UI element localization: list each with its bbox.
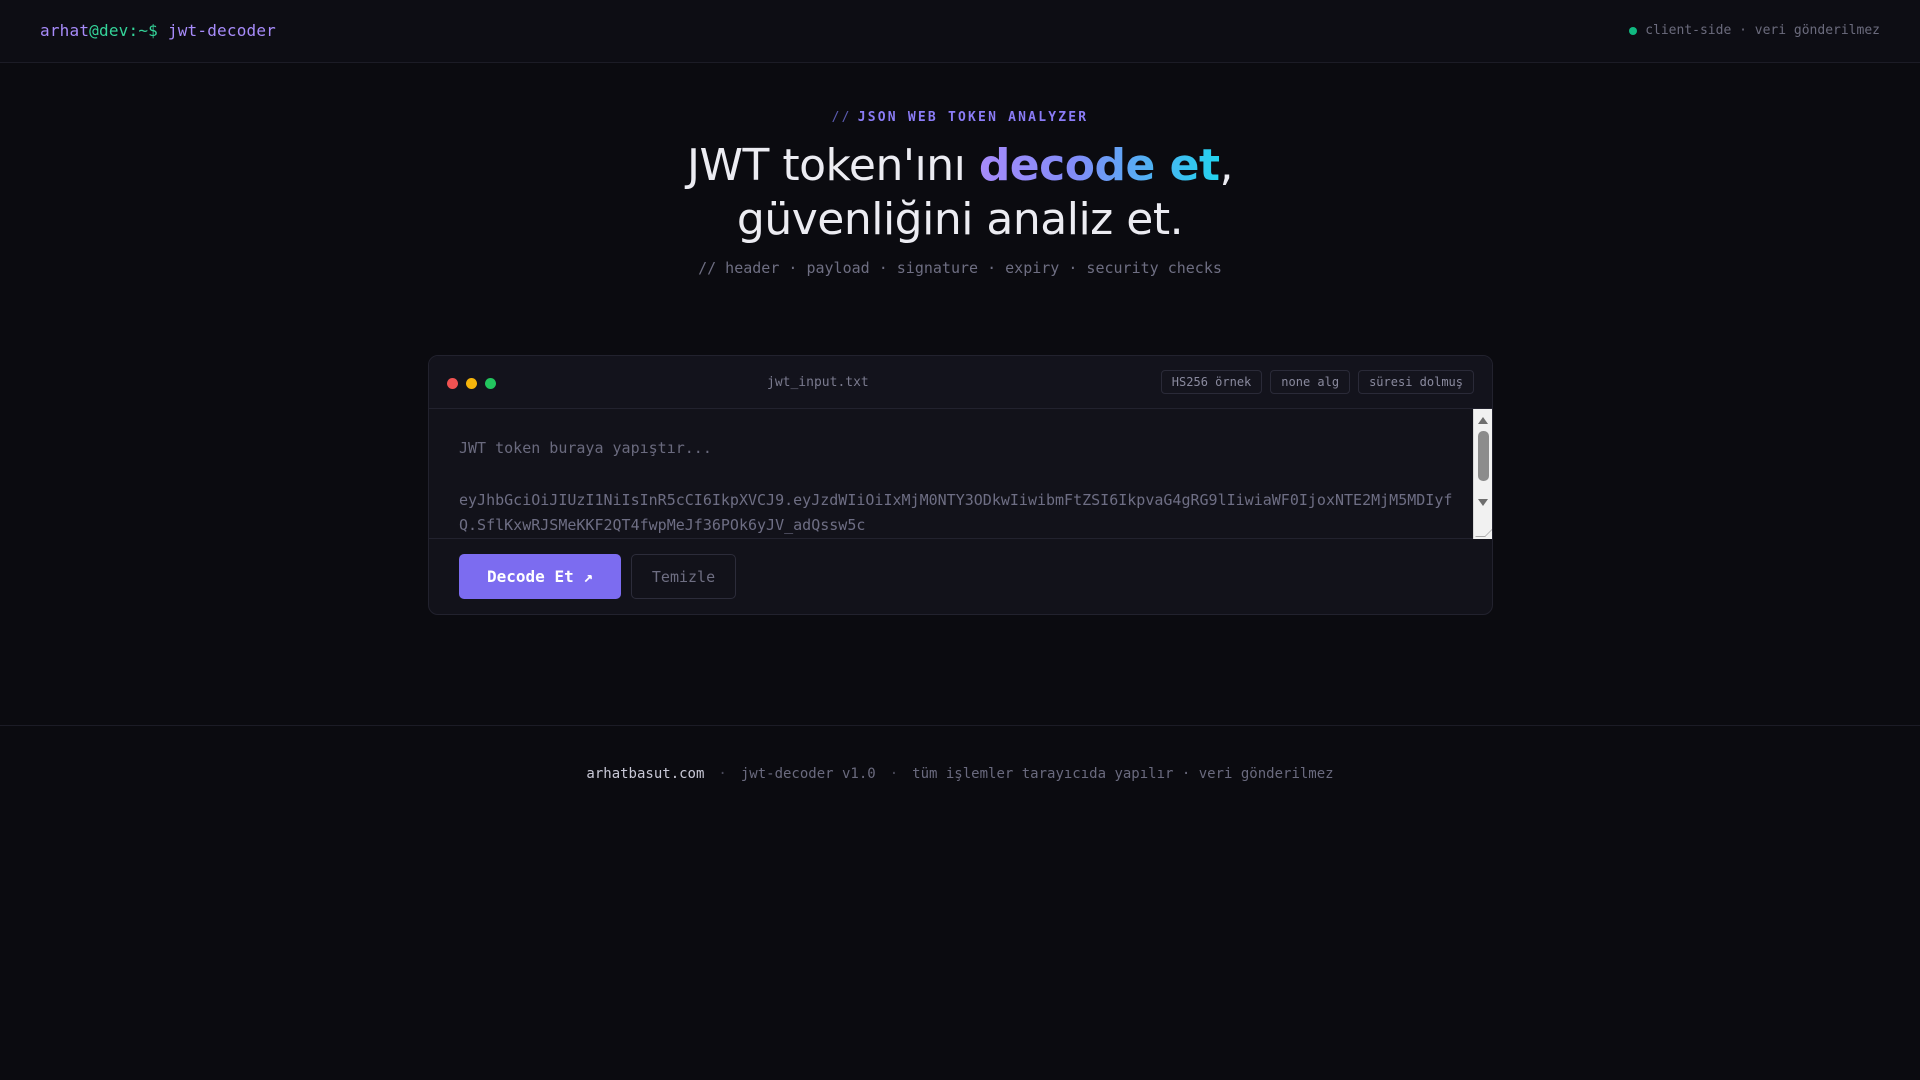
close-dot-icon [447, 378, 458, 389]
scroll-thumb[interactable] [1478, 431, 1489, 481]
prompt-command: jwt-decoder [167, 21, 277, 40]
clear-button[interactable]: Temizle [631, 554, 736, 599]
decode-button[interactable]: Decode Et ↗ [459, 554, 621, 599]
footer: arhatbasut.com · jwt-decoder v1.0 · tüm işle… [0, 725, 1920, 815]
hero-section: // JSON WEB TOKEN ANALYZER JWT token'ını … [0, 110, 1920, 277]
maximize-dot-icon [485, 378, 496, 389]
editor-header: jwt_input.txt HS256 örnek none alg süres… [429, 356, 1492, 409]
editor-actions: Decode Et ↗ Temizle [429, 539, 1492, 614]
example-chips: HS256 örnek none alg süresi dolmuş [1160, 370, 1474, 394]
eyebrow-text: JSON WEB TOKEN ANALYZER [857, 110, 1089, 125]
chip-expired[interactable]: süresi dolmuş [1358, 370, 1474, 394]
page-title: JWT token'ını decode et, güvenliğini ana… [0, 139, 1920, 247]
title-highlight: decode et [978, 140, 1220, 191]
top-bar: arhat@dev:~$ jwt-decoder client-side · v… [0, 0, 1920, 63]
editor-filename: jwt_input.txt [767, 375, 869, 390]
resize-handle-icon[interactable] [1475, 527, 1492, 537]
token-input-value[interactable]: eyJhbGciOiJIUzI1NiIsInR5cCI6IkpXVCJ9.eyJ… [459, 488, 1459, 538]
title-part-2: , [1219, 140, 1234, 191]
token-input-placeholder: JWT token buraya yapıştır... [459, 439, 712, 457]
prompt-user: arhat [40, 21, 90, 40]
eyebrow: // JSON WEB TOKEN ANALYZER [0, 110, 1920, 125]
privacy-status: client-side · veri gönderilmez [1629, 23, 1880, 38]
status-dot-icon [1629, 26, 1638, 35]
footer-site-link[interactable]: arhatbasut.com [586, 766, 704, 782]
window-controls [447, 378, 496, 389]
status-text: client-side · veri gönderilmez [1645, 23, 1880, 38]
prompt-host: @dev:~$ [89, 21, 159, 40]
token-input[interactable]: JWT token buraya yapıştır... eyJhbGciOiJ… [429, 409, 1492, 539]
feature-subline: // header · payload · signature · expiry… [698, 259, 1222, 277]
chip-hs256-example[interactable]: HS256 örnek [1160, 370, 1263, 394]
scroll-down-arrow-icon[interactable] [1478, 499, 1488, 506]
eyebrow-slashes: // [831, 110, 852, 125]
minimize-dot-icon [466, 378, 477, 389]
editor-scrollbar[interactable] [1473, 409, 1492, 539]
footer-separator: · [889, 766, 899, 782]
scroll-up-arrow-icon[interactable] [1478, 417, 1488, 424]
editor-card: jwt_input.txt HS256 örnek none alg süres… [428, 355, 1493, 615]
title-line-2: güvenliğini analiz et. [736, 194, 1184, 245]
footer-version: jwt-decoder v1.0 [740, 766, 876, 782]
footer-note: tüm işlemler tarayıcıda yapılır · veri g… [912, 766, 1334, 782]
footer-text: arhatbasut.com · jwt-decoder v1.0 · tüm işle… [0, 766, 1920, 782]
terminal-prompt: arhat@dev:~$ jwt-decoder [40, 21, 276, 40]
title-part-1: JWT token'ını [687, 140, 979, 191]
footer-separator: · [718, 766, 727, 782]
chip-none-alg[interactable]: none alg [1270, 370, 1351, 394]
